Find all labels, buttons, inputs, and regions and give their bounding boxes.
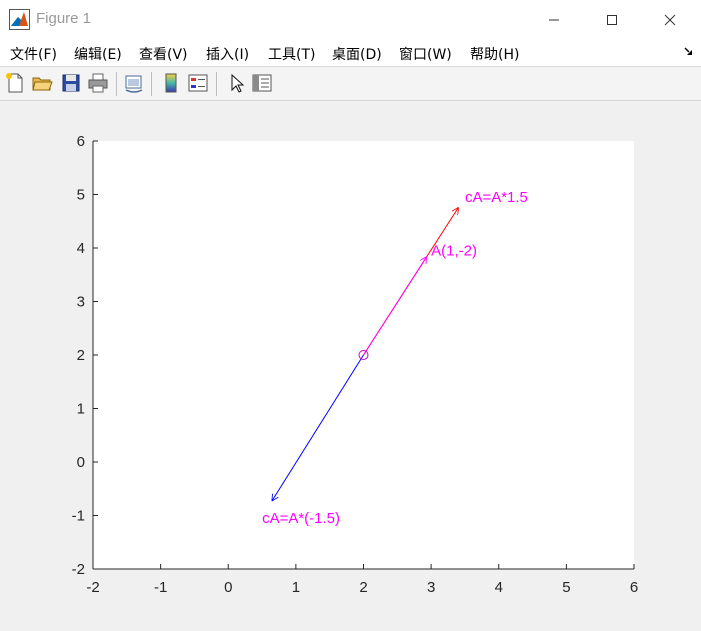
x-tick-label: 3	[427, 579, 435, 596]
annotation-label: cA=A*1.5	[465, 189, 528, 206]
window-title: Figure 1	[36, 10, 92, 27]
x-tick-label: 2	[359, 579, 367, 596]
x-tick-label: 4	[495, 579, 503, 596]
minimize-button[interactable]	[531, 0, 577, 40]
maximize-icon	[607, 15, 617, 25]
title-bar: Figure 1	[0, 0, 701, 40]
menu-desktop[interactable]: 桌面(D)	[332, 44, 382, 64]
y-tick-label: 2	[77, 347, 85, 364]
x-tick-label: 1	[292, 579, 300, 596]
y-tick-label: 4	[77, 240, 85, 257]
plot-svg[interactable]: -2 -1 0 1 2 3 4 5 6 -2 -1 0 1 2 3 4 5 6 cA=A*1.5 A(1,-2) c…	[0, 101, 701, 627]
menu-file[interactable]: 文件(F)	[10, 44, 57, 64]
print-icon[interactable]	[87, 72, 109, 94]
y-tick-label: -2	[72, 561, 85, 578]
toolbar-separator	[216, 72, 217, 96]
toolbar-separator	[116, 72, 117, 96]
y-tick-label: 1	[77, 401, 85, 418]
figure-toolbar	[0, 67, 701, 101]
minimize-icon	[549, 19, 559, 21]
y-tick-label: -1	[72, 508, 85, 525]
y-tick-label: 6	[77, 133, 85, 150]
y-tick-label: 5	[77, 187, 85, 204]
property-editor-icon[interactable]	[251, 72, 273, 94]
x-tick-label: -2	[86, 579, 99, 596]
y-tick-label: 0	[77, 454, 85, 471]
maximize-button[interactable]	[589, 0, 635, 40]
x-tick-label: 0	[224, 579, 232, 596]
new-figure-icon[interactable]	[4, 72, 26, 94]
close-icon	[664, 14, 676, 26]
menu-edit[interactable]: 编辑(E)	[74, 44, 122, 64]
menu-insert[interactable]: 插入(I)	[206, 44, 249, 64]
menu-view[interactable]: 查看(V)	[139, 44, 188, 64]
matlab-logo-icon	[9, 9, 30, 30]
pointer-icon[interactable]	[225, 72, 247, 94]
annotation-label: A(1,-2)	[431, 243, 477, 260]
close-button[interactable]	[647, 0, 693, 40]
y-tick-label: 3	[77, 294, 85, 311]
legend-icon[interactable]	[187, 72, 209, 94]
dock-arrow-icon[interactable]	[683, 46, 695, 58]
menu-help[interactable]: 帮助(H)	[470, 44, 519, 64]
toolbar-separator	[151, 72, 152, 96]
menu-bar: 文件(F) 编辑(E) 查看(V) 插入(I) 工具(T) 桌面(D) 窗口(W…	[0, 40, 701, 67]
x-tick-label: -1	[154, 579, 167, 596]
open-file-icon[interactable]	[31, 72, 53, 94]
x-tick-label: 5	[562, 579, 570, 596]
save-icon[interactable]	[60, 72, 82, 94]
annotation-label: cA=A*(-1.5)	[262, 510, 340, 527]
figure-canvas: -2 -1 0 1 2 3 4 5 6 -2 -1 0 1 2 3 4 5 6 cA=A*1.5 A(1,-2) c…	[0, 101, 701, 627]
menu-tools[interactable]: 工具(T)	[268, 44, 315, 64]
link-plot-icon[interactable]	[123, 72, 145, 94]
x-tick-label: 6	[630, 579, 638, 596]
colorbar-icon[interactable]	[160, 72, 182, 94]
menu-window[interactable]: 窗口(W)	[399, 44, 452, 64]
